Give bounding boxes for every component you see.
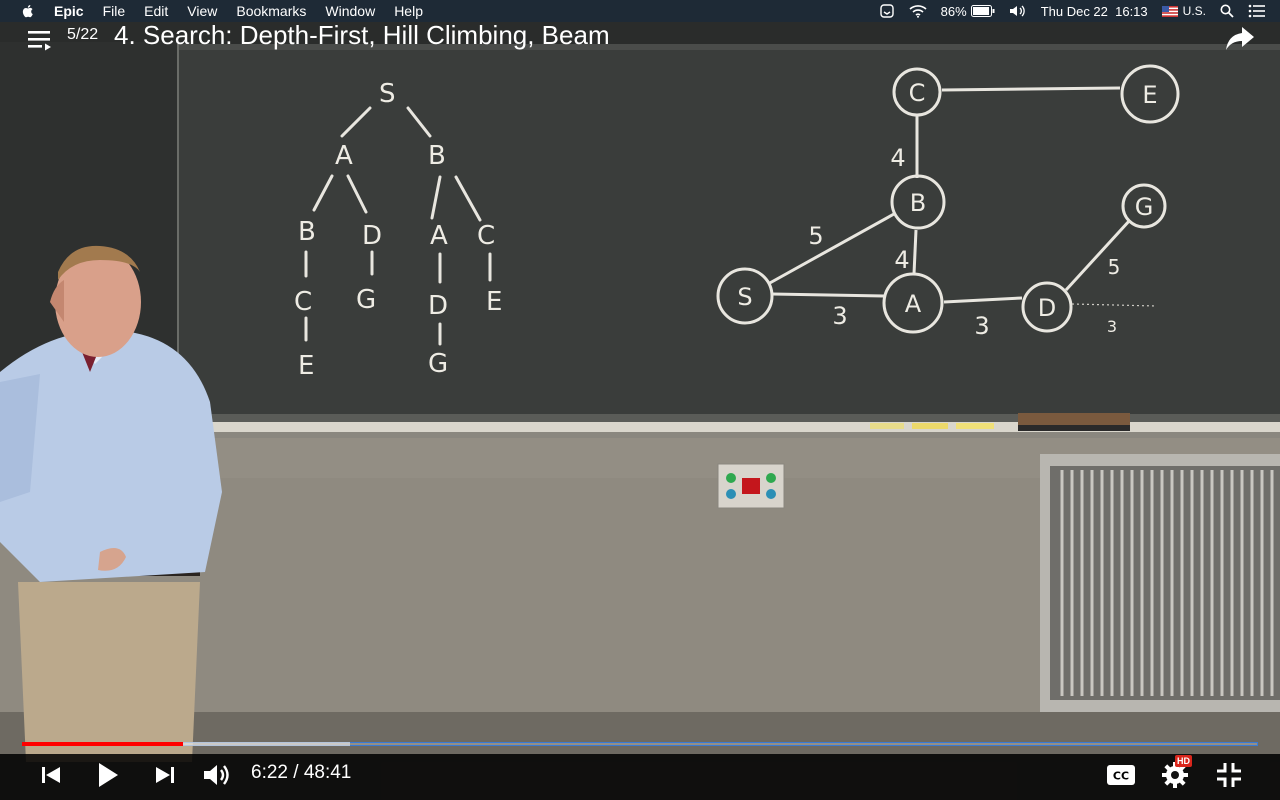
closed-captions-icon: CC xyxy=(1107,765,1135,785)
tree-node-c: C xyxy=(477,221,495,251)
play-icon xyxy=(99,763,118,787)
share-icon[interactable] xyxy=(1224,24,1256,52)
captions-button[interactable]: CC xyxy=(1104,760,1138,790)
edge-weight-b-a: 4 xyxy=(894,246,909,274)
tree-node-e: E xyxy=(486,287,502,317)
tree-node-a2: A xyxy=(430,221,448,251)
graph-node-a: A xyxy=(905,290,922,318)
play-button[interactable] xyxy=(92,760,124,790)
volume-icon xyxy=(204,765,229,785)
tree-node-a: A xyxy=(335,141,353,171)
time-display: 6:22 / 48:41 xyxy=(251,762,352,783)
screen-mirror-icon[interactable] xyxy=(879,3,895,19)
tree-node-b: B xyxy=(428,141,446,171)
graph-node-d: D xyxy=(1038,294,1056,322)
tree-node-c2: C xyxy=(294,287,312,317)
menu-window[interactable]: Window xyxy=(325,3,375,19)
skip-previous-icon xyxy=(42,767,60,783)
tree-node-g2: G xyxy=(428,349,448,379)
edge-weight-d-next: 3 xyxy=(1107,317,1117,336)
video-title[interactable]: 4. Search: Depth-First, Hill Climbing, B… xyxy=(114,22,610,51)
us-flag-icon[interactable] xyxy=(1161,5,1178,17)
app-menu[interactable]: Epic xyxy=(54,3,84,19)
tree-node-d: D xyxy=(362,221,382,251)
skip-next-icon xyxy=(156,767,174,783)
volume-icon[interactable] xyxy=(1009,4,1027,18)
clock[interactable]: Thu Dec 22 16:13 xyxy=(1041,4,1148,19)
hd-badge: HD xyxy=(1175,755,1192,767)
menu-file[interactable]: File xyxy=(103,3,126,19)
playlist-icon[interactable] xyxy=(26,28,54,52)
tree-node-b2: B xyxy=(298,217,316,247)
menu-bookmarks[interactable]: Bookmarks xyxy=(236,3,306,19)
apple-menu-icon[interactable] xyxy=(20,3,36,19)
input-source[interactable]: U.S. xyxy=(1183,4,1206,18)
battery-percent[interactable]: 86% xyxy=(941,4,967,19)
previous-button[interactable] xyxy=(36,760,66,790)
tree-node-d2: D xyxy=(428,291,448,321)
edge-weight-s-b: 5 xyxy=(808,222,823,250)
lecture-video-frame: S A B B D A C C G D E E G C E B G S A D … xyxy=(0,22,1280,800)
graph-node-s: S xyxy=(737,283,752,311)
tree-node-s: S xyxy=(379,79,396,109)
edge-weight-d-g: 5 xyxy=(1108,255,1121,279)
next-button[interactable] xyxy=(150,760,180,790)
mute-button[interactable] xyxy=(200,760,236,790)
edge-weight-c-b: 4 xyxy=(890,144,905,172)
graph-node-c: C xyxy=(909,79,926,107)
menu-bar: Epic File Edit View Bookmarks Window Hel… xyxy=(0,0,1280,22)
exit-fullscreen-button[interactable] xyxy=(1212,760,1246,790)
tree-node-g: G xyxy=(356,285,376,315)
played-range xyxy=(22,742,183,746)
graph-node-b: B xyxy=(910,189,926,217)
menu-view[interactable]: View xyxy=(187,3,217,19)
video-title-bar: 5/22 4. Search: Depth-First, Hill Climbi… xyxy=(0,22,1280,54)
wifi-icon[interactable] xyxy=(909,4,927,18)
video-player[interactable]: S A B B D A C C G D E E G C E B G S A D … xyxy=(0,22,1280,800)
spotlight-search-icon[interactable] xyxy=(1220,4,1234,18)
menu-edit[interactable]: Edit xyxy=(144,3,168,19)
menu-help[interactable]: Help xyxy=(394,3,423,19)
tree-node-e2: E xyxy=(298,351,314,381)
svg-text:CC: CC xyxy=(1113,770,1129,783)
notification-center-icon[interactable] xyxy=(1248,4,1266,18)
battery-icon[interactable] xyxy=(970,5,995,17)
graph-node-e: E xyxy=(1142,81,1157,109)
player-controls: 6:22 / 48:41 CC HD xyxy=(0,754,1280,800)
edge-weight-s-a: 3 xyxy=(832,302,847,330)
exit-fullscreen-icon xyxy=(1217,763,1241,787)
edge-weight-a-d: 3 xyxy=(974,312,989,340)
playlist-position: 5/22 xyxy=(67,26,99,43)
seek-bar[interactable] xyxy=(22,741,1258,747)
graph-node-g: G xyxy=(1135,193,1154,221)
